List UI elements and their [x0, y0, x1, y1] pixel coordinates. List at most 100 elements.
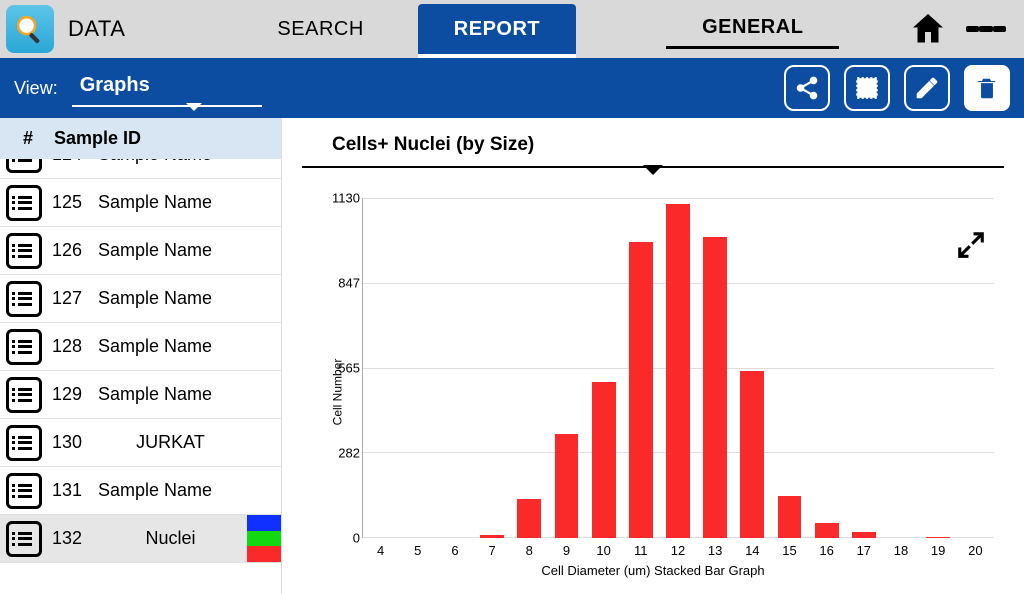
- list-item-icon: [6, 377, 42, 413]
- bar: [555, 434, 579, 538]
- list-item[interactable]: 129Sample Name: [0, 371, 281, 419]
- tab-general[interactable]: GENERAL: [666, 9, 839, 49]
- tab-data[interactable]: DATA: [62, 0, 143, 58]
- list-item-num: 126: [48, 240, 90, 261]
- list-item-icon: [6, 329, 42, 365]
- list-item-num: 130: [48, 432, 90, 453]
- list-item-name: Sample Name: [90, 480, 281, 501]
- bar-slot: [474, 198, 511, 538]
- list-item-num: 128: [48, 336, 90, 357]
- chart-xtick: 19: [920, 543, 957, 558]
- topbar: DATA SEARCH REPORT GENERAL: [0, 0, 1024, 58]
- list-item[interactable]: 127Sample Name: [0, 275, 281, 323]
- list-item-name: Sample Name: [90, 240, 281, 261]
- sidebar: # Sample ID 124Sample Name125Sample Name…: [0, 118, 282, 594]
- chart-xtick: 6: [436, 543, 473, 558]
- chevron-down-icon: [186, 103, 202, 111]
- view-select[interactable]: Graphs: [72, 70, 262, 107]
- edit-button[interactable]: [904, 65, 950, 111]
- chart-xtick: 10: [585, 543, 622, 558]
- list-item-num: 124: [48, 159, 90, 165]
- list-item[interactable]: 132Nuclei: [0, 515, 281, 563]
- list-item[interactable]: 126Sample Name: [0, 227, 281, 275]
- chart-xtick: 20: [957, 543, 994, 558]
- share-button[interactable]: [784, 65, 830, 111]
- chart-xtick: 5: [399, 543, 436, 558]
- tab-search[interactable]: SEARCH: [253, 0, 387, 58]
- bar-slot: [771, 198, 808, 538]
- list-item[interactable]: 124Sample Name: [0, 159, 281, 179]
- bar: [852, 532, 876, 538]
- list-item[interactable]: 125Sample Name: [0, 179, 281, 227]
- bar-slot: [957, 198, 994, 538]
- bar: [740, 371, 764, 538]
- bar-slot: [808, 198, 845, 538]
- chart-area: Cells+ Nuclei (by Size) Cell Number 4567…: [282, 118, 1024, 594]
- tab-report[interactable]: REPORT: [418, 4, 576, 58]
- list-item[interactable]: 131Sample Name: [0, 467, 281, 515]
- chart-xtick: 18: [882, 543, 919, 558]
- list-item-icon: [6, 473, 42, 509]
- bar-slot: [920, 198, 957, 538]
- chart-xtick: 7: [474, 543, 511, 558]
- list-item-num: 127: [48, 288, 90, 309]
- chart-ytick: 1130: [330, 191, 360, 206]
- view-select-value: Graphs: [80, 74, 150, 96]
- list-header-num: #: [8, 128, 48, 149]
- list-item-name: Sample Name: [90, 336, 281, 357]
- list-body[interactable]: 124Sample Name125Sample Name126Sample Na…: [0, 159, 281, 594]
- chart-ytick: 0: [330, 531, 360, 546]
- home-icon[interactable]: [908, 9, 948, 49]
- bar: [480, 535, 504, 538]
- bar-slot: [622, 198, 659, 538]
- bar: [926, 537, 950, 539]
- list-item-num: 132: [48, 528, 90, 549]
- bar-slot: [511, 198, 548, 538]
- bar: [629, 242, 653, 538]
- chart-ytick: 565: [330, 361, 360, 376]
- chart-plot: Cell Number 4567891011121314151617181920…: [302, 198, 1004, 586]
- main: # Sample ID 124Sample Name125Sample Name…: [0, 118, 1024, 594]
- chart-xtick: 11: [622, 543, 659, 558]
- bar-slot: [734, 198, 771, 538]
- select-all-button[interactable]: [844, 65, 890, 111]
- chart-xtick: 4: [362, 543, 399, 558]
- list-item-icon: [6, 185, 42, 221]
- list-item-name: Sample Name: [90, 159, 281, 165]
- bar-slot: [659, 198, 696, 538]
- app-logo-icon[interactable]: [6, 5, 54, 53]
- bar-slot: [585, 198, 622, 538]
- list-item-name: Sample Name: [90, 288, 281, 309]
- chart-title: Cells+ Nuclei (by Size): [332, 134, 534, 155]
- delete-button[interactable]: [964, 65, 1010, 111]
- chart-xtick: 9: [548, 543, 585, 558]
- chart-xtick: 15: [771, 543, 808, 558]
- bar-slot: [697, 198, 734, 538]
- bar: [666, 204, 690, 538]
- bar-slot: [399, 198, 436, 538]
- chart-xtick: 13: [697, 543, 734, 558]
- list-item-name: Sample Name: [90, 192, 281, 213]
- list-item[interactable]: 128Sample Name: [0, 323, 281, 371]
- chart-xtick: 8: [511, 543, 548, 558]
- list-header-id: Sample ID: [48, 128, 273, 149]
- bar: [592, 382, 616, 538]
- hamburger-menu-icon[interactable]: [966, 9, 1006, 49]
- bar-slot: [436, 198, 473, 538]
- list-item-name: Sample Name: [90, 384, 281, 405]
- list-item-icon: [6, 521, 42, 557]
- chart-xtick: 14: [734, 543, 771, 558]
- list-item-num: 131: [48, 480, 90, 501]
- view-label: View:: [14, 78, 58, 99]
- bar: [815, 523, 839, 538]
- chart-title-select[interactable]: Cells+ Nuclei (by Size): [302, 128, 1004, 168]
- list-item[interactable]: 130JURKAT: [0, 419, 281, 467]
- bar: [703, 237, 727, 538]
- color-legend: [247, 515, 281, 562]
- bar-slot: [362, 198, 399, 538]
- list-item-icon: [6, 281, 42, 317]
- chart-ytick: 847: [330, 276, 360, 291]
- list-header: # Sample ID: [0, 118, 281, 159]
- bar: [778, 496, 802, 538]
- chart-ytick: 282: [330, 446, 360, 461]
